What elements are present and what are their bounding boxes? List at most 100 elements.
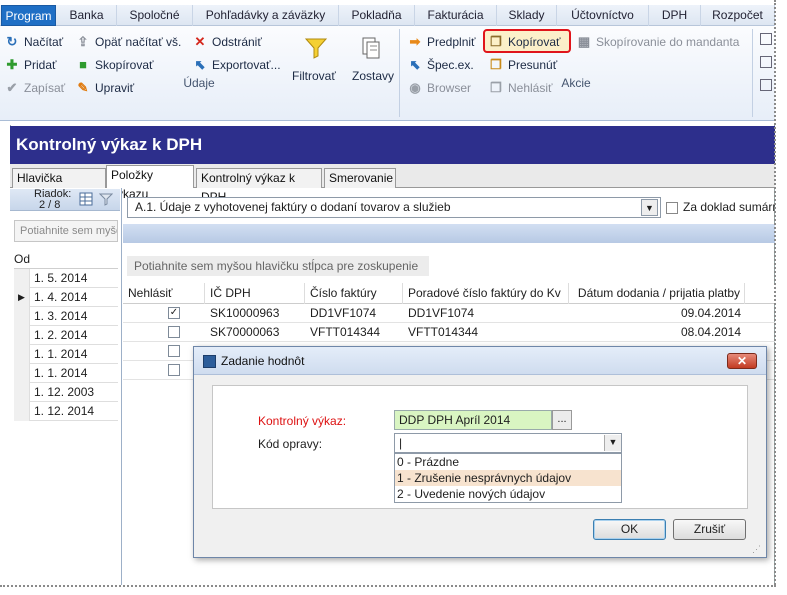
chevron-down-icon[interactable]: ▼: [641, 199, 658, 216]
close-icon[interactable]: ✕: [727, 353, 757, 369]
column-header-poradove-cislo[interactable]: Poradové číslo faktúry do Kv: [403, 283, 569, 304]
list-item[interactable]: 1. 2. 2014: [14, 326, 118, 345]
nehlasit-checkbox[interactable]: [168, 326, 180, 338]
cell-cislo-faktury: VFTT014344: [310, 325, 381, 339]
skopirovanie-mandanta-button[interactable]: ▦ Skopírovanie do mandanta: [577, 33, 740, 51]
ribbon-separator: [752, 29, 753, 117]
predplnit-button[interactable]: ➡ Predplniť: [408, 33, 476, 51]
ribbon-more-icon[interactable]: [760, 79, 772, 91]
predplnit-label: Predplniť: [427, 35, 476, 49]
dropdown-option[interactable]: 1 - Zrušenie nesprávnych údajov: [395, 470, 621, 486]
odstranit-button[interactable]: ✕ Odstrániť: [193, 33, 262, 51]
spec-ex-button[interactable]: ⬉ Špec.ex.: [408, 56, 474, 74]
skopirovat-label: Skopírovať: [95, 58, 154, 72]
menu-tab-pokladna[interactable]: Pokladňa: [339, 5, 415, 26]
presunut-label: Presunúť: [508, 58, 558, 72]
label-kontrolny-vykaz: Kontrolný výkaz:: [258, 414, 347, 428]
cell-poradove-cislo: DD1VF1074: [408, 306, 475, 320]
list-item[interactable]: 1. 12. 2014: [14, 402, 118, 421]
summary-checkbox[interactable]: [666, 202, 678, 214]
row-selector[interactable]: [14, 383, 30, 402]
menu-tab-spolocne[interactable]: Spoločné: [117, 5, 193, 26]
cell-datum: 09.04.2014: [680, 306, 741, 320]
nehlasit-checkbox[interactable]: [168, 345, 180, 357]
section-select[interactable]: A.1. Údaje z vyhotovenej faktúry o dodan…: [127, 197, 661, 218]
copy-icon: ❐: [490, 34, 502, 49]
table-row[interactable]: ✓ SK10000963 DD1VF1074 DD1VF1074 09.04.2…: [123, 304, 775, 323]
nehlasit-checkbox[interactable]: [168, 364, 180, 376]
resize-grip-icon[interactable]: ⋰: [752, 543, 764, 555]
menu-tab-fakturacia[interactable]: Fakturácia: [415, 5, 497, 26]
kontrolny-vykaz-field[interactable]: DDP DPH Apríl 2014: [394, 410, 552, 430]
pridat-button[interactable]: ✚ Pridať: [5, 56, 57, 74]
document-tabs: Hlavička výkazu Položky výkazu Kontrolný…: [10, 164, 775, 204]
kopirovat-button[interactable]: ❐ Kopírovať: [489, 33, 561, 51]
opat-nacitat-button[interactable]: ⇪ Opäť načítať vš.: [76, 33, 182, 51]
list-item[interactable]: 1. 1. 2014: [14, 364, 118, 383]
presunut-button[interactable]: ❐ Presunúť: [489, 56, 557, 74]
current-row-icon: ▶: [18, 292, 25, 302]
row-selector[interactable]: [14, 364, 30, 383]
tab-smerovanie[interactable]: Smerovanie: [324, 168, 396, 188]
exportovat-label: Exportovať...: [212, 58, 281, 72]
dialog-title: Zadanie hodnôt: [221, 354, 305, 368]
left-group-hint[interactable]: Potiahnite sem myšou: [14, 220, 118, 242]
torn-edge: [0, 583, 776, 587]
odstranit-label: Odstrániť: [212, 35, 262, 49]
row-selector[interactable]: [14, 269, 30, 288]
tab-kontrolny-vykaz[interactable]: Kontrolný výkaz k DPH: [196, 168, 322, 204]
column-header-nehlasit[interactable]: Nehlásiť: [123, 283, 205, 304]
label-kod-opravy: Kód opravy:: [258, 437, 323, 451]
column-header-ic-dph[interactable]: IČ DPH: [205, 283, 305, 304]
skopirovat-button[interactable]: ■ Skopírovať: [76, 56, 154, 74]
menu-tab-rozpocet[interactable]: Rozpočet: [701, 5, 775, 26]
reports-icon: [360, 36, 382, 60]
list-item[interactable]: 1. 5. 2014: [14, 269, 118, 288]
kopirovat-label: Kopírovať: [508, 35, 561, 49]
skopirovanie-mandanta-label: Skopírovanie do mandanta: [596, 35, 740, 49]
row-selector[interactable]: ▶: [14, 288, 30, 307]
tab-hlavicka-vykazu[interactable]: Hlavička výkazu: [12, 168, 106, 204]
table-row[interactable]: SK70000063 VFTT014344 VFTT014344 08.04.2…: [123, 323, 775, 342]
list-item[interactable]: 1. 1. 2014: [14, 345, 118, 364]
ok-button[interactable]: OK: [593, 519, 666, 540]
reload-all-icon: ⇪: [77, 34, 89, 49]
column-header-cislo-faktury[interactable]: Číslo faktúry: [305, 283, 403, 304]
cancel-button[interactable]: Zrušiť: [673, 519, 746, 540]
menu-tab-sklady[interactable]: Sklady: [497, 5, 557, 26]
exportovat-button[interactable]: ⬉ Exportovať...: [193, 56, 281, 74]
menu-tab-banka[interactable]: Banka: [57, 5, 117, 26]
list-item[interactable]: 1. 12. 2003: [14, 383, 118, 402]
tab-polozky-vykazu[interactable]: Položky výkazu: [106, 165, 194, 201]
group-label-udaje: Údaje: [183, 76, 215, 90]
kontrolny-vykaz-picker-button[interactable]: ...: [552, 410, 572, 430]
grid-view-icon[interactable]: [79, 192, 93, 206]
ribbon-more-icon[interactable]: [760, 56, 772, 68]
dropdown-option[interactable]: 2 - Uvedenie nových údajov: [395, 486, 621, 502]
filter-icon: [304, 36, 328, 60]
cell-datum: 08.04.2014: [680, 325, 741, 339]
menu-tab-dph[interactable]: DPH: [649, 5, 701, 26]
menu-tab-program[interactable]: Program: [1, 5, 56, 26]
opat-nacitat-label: Opäť načítať vš.: [95, 35, 182, 49]
column-header-od[interactable]: Od: [14, 250, 118, 268]
group-by-hint[interactable]: Potiahnite sem myšou hlavičku stĺpca pre…: [127, 256, 429, 276]
group-label-akcie: Akcie: [561, 76, 591, 90]
dropdown-option[interactable]: 0 - Prázdne: [395, 454, 621, 470]
row-indicator-count: 2 / 8: [39, 199, 61, 211]
nehlasit-checkbox[interactable]: ✓: [168, 307, 180, 319]
row-selector[interactable]: [14, 402, 30, 421]
ribbon-more-icon[interactable]: [760, 33, 772, 45]
nacitat-button[interactable]: ↻ Načítať: [5, 33, 64, 51]
row-selector[interactable]: [14, 307, 30, 326]
funnel-icon[interactable]: [98, 192, 114, 206]
menu-tab-uctovnictvo[interactable]: Účtovníctvo: [557, 5, 649, 26]
row-selector[interactable]: [14, 345, 30, 364]
column-header-datum[interactable]: Dátum dodania / prijatia platby: [569, 283, 745, 304]
list-item[interactable]: ▶ 1. 4. 2014: [14, 288, 118, 307]
list-item[interactable]: 1. 3. 2014: [14, 307, 118, 326]
menu-tab-pohladavky[interactable]: Pohľadávky a záväzky: [193, 5, 339, 26]
kod-opravy-select[interactable]: |: [394, 433, 622, 453]
row-selector[interactable]: [14, 326, 30, 345]
chevron-down-icon[interactable]: ▼: [604, 435, 621, 451]
